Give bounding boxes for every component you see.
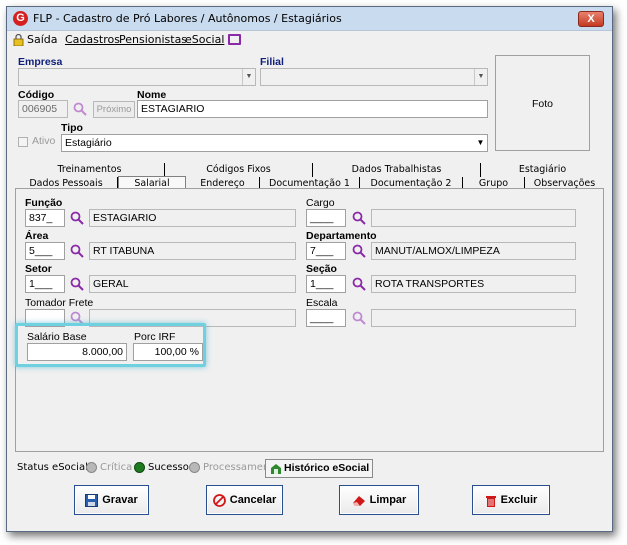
historico-esocial-button[interactable]: Histórico eSocial — [265, 459, 373, 478]
departamento-code-field[interactable]: 7___ — [306, 242, 346, 260]
chevron-down-icon[interactable]: ▼ — [474, 69, 487, 85]
excluir-label: Excluir — [500, 494, 538, 506]
cargo-code-field[interactable]: ____ — [306, 209, 346, 227]
departamento-desc-field: MANUT/ALMOX/LIMPEZA — [371, 242, 576, 260]
eraser-icon — [352, 495, 365, 506]
search-icon[interactable] — [352, 311, 366, 325]
search-icon[interactable] — [70, 244, 84, 258]
search-icon[interactable] — [352, 211, 366, 225]
tab-codigos-fixos[interactable]: Códigos Fixos — [165, 163, 313, 177]
escala-label: Escala — [306, 297, 338, 309]
tipo-label: Tipo — [61, 122, 83, 134]
tomador-frete-label: Tomador Frete — [25, 297, 94, 309]
window-title: FLP - Cadastro de Pró Labores / Autônomo… — [33, 12, 342, 25]
save-disk-icon — [85, 493, 99, 507]
monitor-icon[interactable] — [228, 34, 241, 45]
tab-treinamentos[interactable]: Treinamentos — [15, 163, 165, 177]
search-icon[interactable] — [352, 244, 366, 258]
main-window: G FLP - Cadastro de Pró Labores / Autôno… — [6, 6, 613, 532]
filial-label: Filial — [260, 56, 284, 68]
search-icon[interactable] — [70, 211, 84, 225]
historico-esocial-label: Histórico eSocial — [284, 462, 370, 474]
funcao-code-field[interactable]: 837_ — [25, 209, 65, 227]
tipo-select[interactable]: Estagiário ▼ — [61, 134, 488, 152]
ativo-label: Ativo — [32, 135, 56, 147]
setor-code-field[interactable]: 1___ — [25, 275, 65, 293]
excluir-button[interactable]: Excluir — [472, 485, 550, 515]
cancel-icon — [212, 493, 226, 507]
trash-icon — [485, 495, 496, 507]
critica-status-icon — [86, 462, 97, 473]
tipo-value: Estagiário — [65, 137, 112, 149]
funcao-label: Função — [25, 197, 63, 209]
salary-highlight-box — [15, 323, 206, 367]
cargo-label: Cargo — [306, 197, 335, 209]
close-window-button[interactable]: X — [578, 11, 604, 27]
nome-field[interactable]: ESTAGIARIO — [137, 100, 488, 118]
area-code-field[interactable]: 5___ — [25, 242, 65, 260]
chevron-down-icon[interactable]: ▼ — [474, 135, 487, 151]
menu-pensionistas[interactable]: Pensionistas — [119, 33, 187, 46]
limpar-button[interactable]: Limpar — [339, 485, 419, 515]
gravar-button[interactable]: Gravar — [74, 485, 149, 515]
photo-box[interactable]: Foto — [495, 55, 590, 151]
history-icon — [271, 464, 281, 474]
sucesso-status-icon — [134, 462, 145, 473]
search-icon[interactable] — [70, 277, 84, 291]
empresa-select[interactable]: ▼ — [18, 68, 256, 86]
filial-select[interactable]: ▼ — [260, 68, 488, 86]
menu-bar: Saída Cadastros Pensionistas eSocial — [7, 31, 612, 49]
secao-code-field[interactable]: 1___ — [306, 275, 346, 293]
limpar-label: Limpar — [369, 494, 407, 506]
setor-desc-field: GERAL — [89, 275, 296, 293]
menu-saida[interactable]: Saída — [27, 33, 58, 46]
cargo-desc-field — [371, 209, 576, 227]
critica-label: Crítica — [100, 462, 133, 473]
proximo-button[interactable]: Próximo — [93, 101, 135, 118]
tab-row-top: Treinamentos Códigos Fixos Dados Trabalh… — [15, 163, 604, 177]
foto-label: Foto — [531, 98, 553, 110]
funcao-desc-field: ESTAGIARIO — [89, 209, 296, 227]
empresa-label: Empresa — [18, 56, 63, 68]
esocial-status-bar: Status eSocial: Crítica Sucesso Processa… — [15, 459, 279, 477]
tab-dados-trabalhistas[interactable]: Dados Trabalhistas — [313, 163, 481, 177]
secao-desc-field: ROTA TRANSPORTES — [371, 275, 576, 293]
salarial-panel: Função 837_ ESTAGIARIO Cargo ____ Área 5… — [15, 188, 604, 452]
search-icon[interactable] — [73, 102, 87, 116]
area-desc-field: RT ITABUNA — [89, 242, 296, 260]
title-bar: G FLP - Cadastro de Pró Labores / Autôno… — [7, 7, 612, 31]
tab-estagiario[interactable]: Estagiário — [481, 163, 604, 177]
area-label: Área — [25, 230, 49, 242]
menu-cadastros[interactable]: Cadastros — [65, 33, 120, 46]
codigo-field[interactable]: 006905 — [18, 100, 68, 118]
escala-desc-field — [371, 309, 576, 327]
cancelar-button[interactable]: Cancelar — [206, 485, 283, 515]
chevron-down-icon[interactable]: ▼ — [242, 69, 255, 85]
secao-label: Seção — [306, 263, 337, 275]
search-icon[interactable] — [352, 277, 366, 291]
status-esocial-label: Status eSocial: — [17, 462, 92, 473]
processamento-status-icon — [189, 462, 200, 473]
exit-lock-icon — [13, 34, 24, 46]
ativo-checkbox[interactable] — [18, 137, 28, 147]
gravar-label: Gravar — [102, 494, 138, 506]
app-logo-icon: G — [13, 11, 28, 26]
sucesso-label: Sucesso — [148, 462, 189, 473]
cancelar-label: Cancelar — [229, 494, 277, 506]
menu-esocial[interactable]: eSocial — [185, 33, 224, 46]
escala-code-field[interactable]: ____ — [306, 309, 346, 327]
departamento-label: Departamento — [306, 230, 377, 242]
setor-label: Setor — [25, 263, 52, 275]
